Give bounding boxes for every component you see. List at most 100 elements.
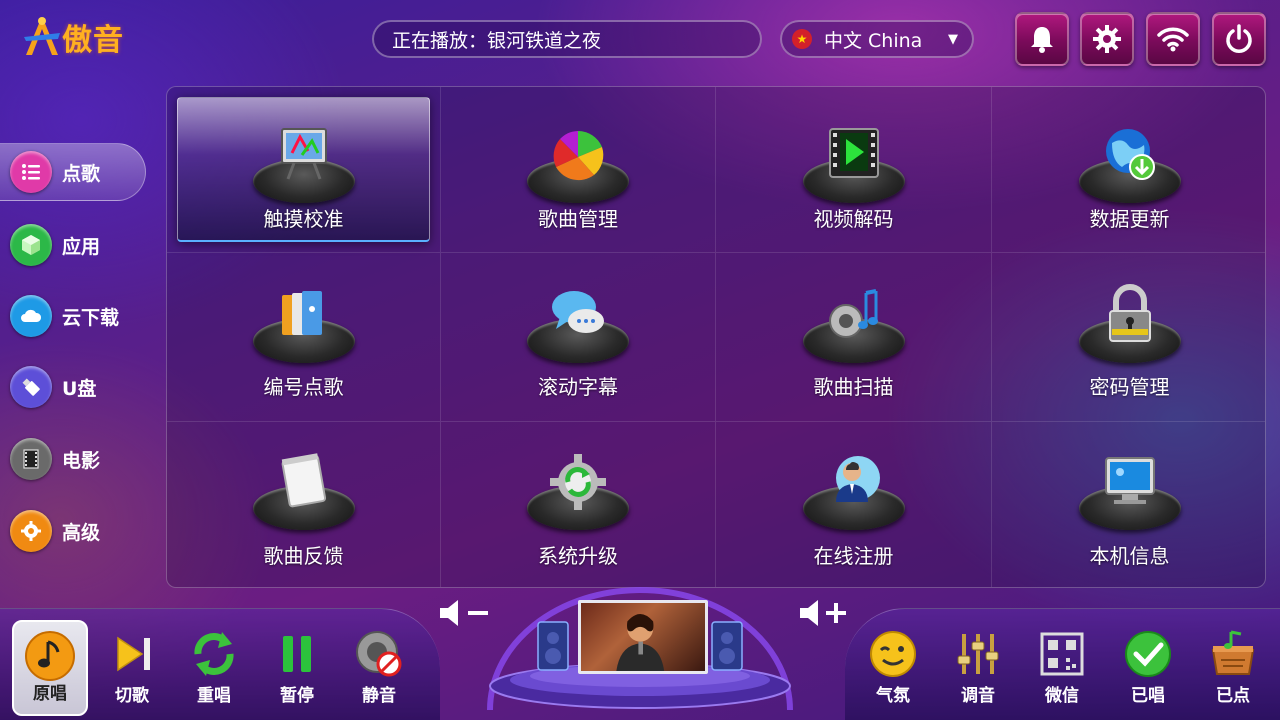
wifi-button[interactable] [1146,12,1200,66]
qr-code-icon [1040,632,1084,676]
video-play-icon [822,123,886,187]
grid-item-label: 系统升级 [538,544,618,568]
control-label: 微信 [1045,686,1079,706]
touch-calibration-icon [272,123,336,187]
gear-icon [10,510,52,552]
control-label: 调音 [961,686,995,706]
sidebar-item-cloud-download[interactable]: 云下载 [0,287,146,345]
sidebar-item-label: 高级 [62,521,101,544]
sidebar-item-movies[interactable]: 电影 [0,430,146,488]
globe-download-icon [1098,123,1162,187]
skip-next-icon [117,636,150,672]
icon-pedestal [527,283,629,363]
grid-item-device-info[interactable]: 本机信息 [992,422,1265,587]
wechat-button[interactable]: 微信 [1024,620,1100,716]
video-preview[interactable] [578,600,708,674]
grid-item-touch-calibration[interactable]: 触摸校准 [167,87,441,253]
volume-up-icon [800,600,846,626]
app-logo: 傲音 [22,12,124,62]
speaker-music-icon [822,283,886,347]
grid-item-number-select[interactable]: 编号点歌 [167,253,441,422]
icon-pedestal [1078,450,1181,530]
original-vocal-button[interactable]: 原唱 [12,620,88,716]
control-label: 已唱 [1131,686,1165,706]
grid-item-online-registration[interactable]: 在线注册 [716,422,992,587]
sidebar-item-usb[interactable]: U盘 [0,358,146,416]
grid-item-song-feedback[interactable]: 歌曲反馈 [167,422,441,587]
icon-pedestal [252,450,355,530]
icon-pedestal [802,123,905,203]
now-playing-bar[interactable]: 正在播放：银河铁道之夜 [372,20,762,58]
volume-up-button[interactable] [796,596,856,630]
equalizer-icon [957,634,999,674]
grid-item-label: 本机信息 [1089,544,1170,568]
control-label: 暂停 [280,686,314,706]
control-label: 重唱 [197,686,231,706]
monitor-icon [1098,450,1162,514]
sidebar-item-label: 电影 [62,449,101,472]
language-select[interactable]: ★ 中文 China ▼ [780,20,974,58]
icon-pedestal [252,123,355,203]
icon-pedestal [802,283,905,363]
wifi-icon [1157,27,1189,52]
sidebar-item-label: 云下载 [62,306,120,329]
bell-icon [1031,27,1053,53]
grid-item-label: 密码管理 [1089,375,1170,399]
icon-pedestal [1078,123,1181,203]
folders-icon [272,283,336,347]
chat-bubble-icon [546,283,610,347]
grid-item-system-upgrade[interactable]: 系统升级 [441,422,716,587]
grid-item-data-update[interactable]: 数据更新 [992,87,1265,253]
wink-face-icon [870,631,916,677]
notification-button[interactable] [1015,12,1069,66]
grid-item-scrolling-caption[interactable]: 滚动字幕 [441,253,716,422]
sidebar-item-song-select[interactable]: 点歌 [0,143,146,201]
icon-pedestal [527,123,629,203]
padlock-icon [1098,283,1162,347]
film-icon [10,438,52,480]
grid-item-label: 视频解码 [813,207,894,231]
grid-item-song-management[interactable]: 歌曲管理 [441,87,716,253]
grid-item-label: 歌曲反馈 [263,544,344,568]
sidebar-item-apps[interactable]: 应用 [0,216,146,274]
list-icon [10,151,52,193]
icon-pedestal [1078,283,1181,363]
grid-item-label: 触摸校准 [263,207,344,231]
sidebar-item-advanced[interactable]: 高级 [0,502,146,560]
grid-item-label: 滚动字幕 [538,375,618,399]
pause-icon [283,636,311,672]
sidebar-item-label: 应用 [62,235,101,258]
grid-item-video-decoding[interactable]: 视频解码 [716,87,992,253]
gear-refresh-icon [546,450,610,514]
china-flag-icon: ★ [792,29,812,49]
settings-grid-panel: 触摸校准 歌曲管理 视频解码 数据更新 编号点歌 滚动字幕 歌曲扫描 密码管理 … [166,86,1266,588]
control-label: 已点 [1216,686,1250,706]
check-icon [1125,631,1171,677]
power-button[interactable] [1212,12,1266,66]
grid-item-song-scan[interactable]: 歌曲扫描 [716,253,992,422]
sidebar-item-label: U盘 [62,377,97,400]
gear-icon [1093,25,1121,53]
notepad-icon [272,450,336,514]
sidebar-item-label: 点歌 [62,162,101,185]
control-label: 切歌 [115,686,149,706]
pie-chart-icon [546,123,610,187]
tuning-button[interactable]: 调音 [940,620,1016,716]
grid-item-password-management[interactable]: 密码管理 [992,253,1265,422]
music-box-icon [1211,630,1255,675]
icon-pedestal [252,283,355,363]
pause-button[interactable]: 暂停 [259,620,335,716]
music-note-icon [25,631,75,681]
grid-item-label: 歌曲扫描 [813,375,894,399]
grid-item-label: 歌曲管理 [538,207,618,231]
sung-list-button[interactable]: 已唱 [1110,620,1186,716]
cube-icon [10,224,52,266]
mute-icon [356,631,402,677]
mute-button[interactable]: 静音 [341,620,417,716]
skip-song-button[interactable]: 切歌 [94,620,170,716]
grid-item-label: 编号点歌 [263,375,344,399]
replay-button[interactable]: 重唱 [176,620,252,716]
settings-button[interactable] [1080,12,1134,66]
atmosphere-button[interactable]: 气氛 [855,620,931,716]
selected-list-button[interactable]: 已点 [1195,620,1271,716]
